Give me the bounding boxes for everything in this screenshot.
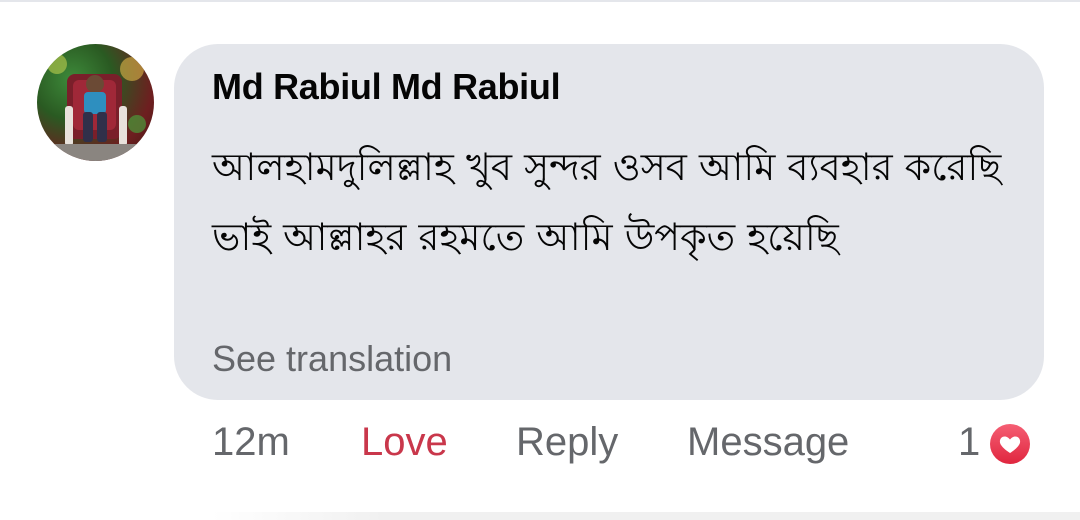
love-button[interactable]: Love <box>361 420 448 465</box>
next-comment-edge <box>212 512 1080 520</box>
comment-actions: 12m Love Reply Message 1 <box>212 420 1052 470</box>
top-divider <box>0 0 1080 2</box>
timestamp[interactable]: 12m <box>212 420 290 465</box>
see-translation-link[interactable]: See translation <box>212 338 452 380</box>
comment-author[interactable]: Md Rabiul Md Rabiul <box>212 66 561 108</box>
reply-button[interactable]: Reply <box>516 420 618 465</box>
reaction-count[interactable]: 1 <box>958 420 980 465</box>
avatar[interactable] <box>37 44 154 161</box>
avatar-photo-icon <box>37 54 154 161</box>
comment-text: আলহামদুলিল্লাহ খুব সুন্দর ওসব আমি ব্যবহা… <box>212 145 1002 259</box>
message-button[interactable]: Message <box>687 420 849 465</box>
heart-icon <box>990 424 1030 464</box>
reaction-badge[interactable] <box>986 420 1034 468</box>
